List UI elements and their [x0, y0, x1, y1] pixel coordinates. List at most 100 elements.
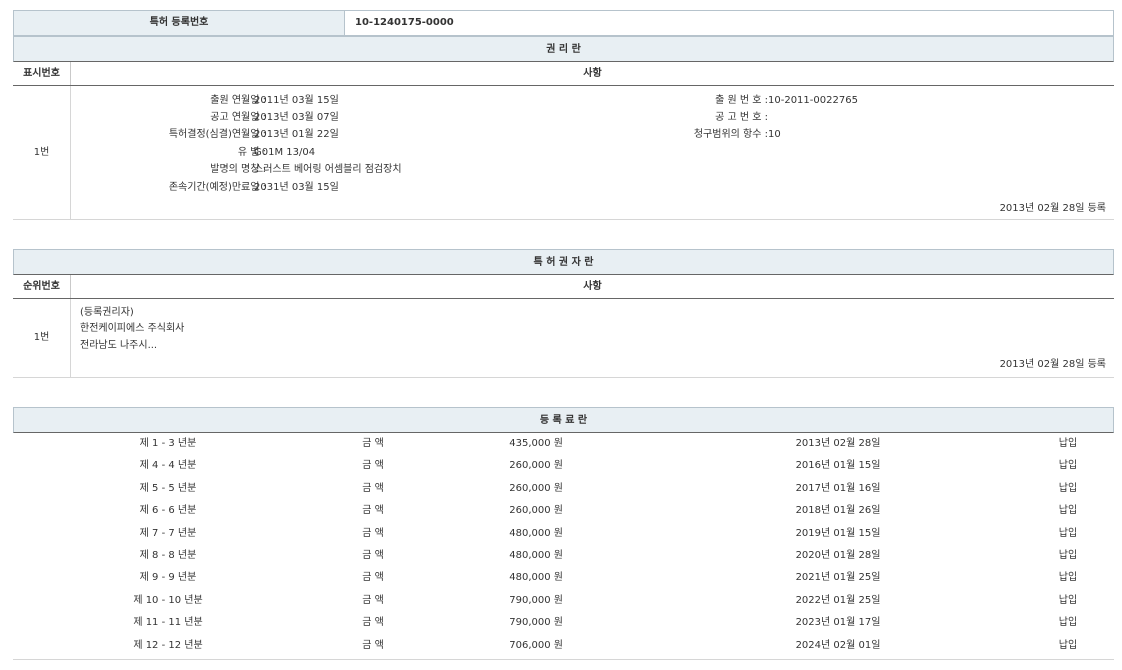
- fee-amount-label: 금 액: [343, 590, 403, 612]
- holder-name: 한전케이피에스 주식회사: [80, 322, 184, 336]
- fee-period: 제 12 - 12 년분: [108, 635, 228, 657]
- fee-row: 제 7 - 7 년분 금 액 480,000 원 2019년 01월 15일 납입: [13, 523, 1114, 545]
- holder-col-detail: 사항: [71, 275, 1114, 298]
- rights-field-claims-count: 청구범위의 항수 :: [613, 128, 768, 142]
- fee-amount-label: 금 액: [343, 567, 403, 589]
- rights-field-invention-title: 발명의 명칭 :: [71, 163, 266, 177]
- fee-paid-date: 2013년 02월 28일: [778, 433, 898, 455]
- holder-bottom-divider: [13, 377, 1114, 378]
- rights-field-application-date: 출원 연월일 :: [71, 94, 266, 108]
- fee-row: 제 12 - 12 년분 금 액 706,000 원 2024년 02월 01일 납입: [13, 635, 1114, 657]
- fee-paid-date: 2022년 01월 25일: [778, 590, 898, 612]
- fee-status: 납입: [1043, 523, 1093, 545]
- fee-paid-date: 2023년 01월 17일: [778, 612, 898, 634]
- rights-row-number: 1번: [13, 86, 71, 220]
- fee-amount-label: 금 액: [343, 500, 403, 522]
- fee-amount-label: 금 액: [343, 433, 403, 455]
- fee-amount: 260,000 원: [443, 478, 563, 500]
- fee-amount: 480,000 원: [443, 545, 563, 567]
- fee-amount: 480,000 원: [443, 523, 563, 545]
- rights-field-classification: 유 별 :: [71, 146, 266, 160]
- fee-status: 납입: [1043, 612, 1093, 634]
- fee-period: 제 9 - 9 년분: [108, 567, 228, 589]
- fee-amount-label: 금 액: [343, 635, 403, 657]
- fee-amount: 790,000 원: [443, 590, 563, 612]
- rights-field-application-number-value: 10-2011-0022765: [768, 94, 858, 108]
- rights-registration-date: 2013년 02월 28일 등록: [1000, 199, 1106, 214]
- fee-row: 제 1 - 3 년분 금 액 435,000 원 2013년 02월 28일 납입: [13, 433, 1114, 455]
- registration-number-value: 10-1240175-0000: [355, 11, 454, 35]
- fee-period: 제 7 - 7 년분: [108, 523, 228, 545]
- fee-row: 제 5 - 5 년분 금 액 260,000 원 2017년 01월 16일 납입: [13, 478, 1114, 500]
- rights-field-publication-date: 공고 연월일 :: [71, 111, 266, 125]
- fee-paid-date: 2024년 02월 01일: [778, 635, 898, 657]
- rights-bottom-divider: [13, 219, 1114, 220]
- holder-col-number: 순위번호: [13, 275, 71, 298]
- rights-field-publication-date-value: 2013년 03월 07일: [254, 111, 339, 125]
- registration-number-row: 특허 등록번호 10-1240175-0000: [13, 10, 1114, 36]
- holder-address: 전라남도 나주시...: [80, 339, 157, 353]
- fee-paid-date: 2016년 01월 15일: [778, 455, 898, 477]
- fee-bottom-divider: [13, 659, 1114, 660]
- rights-field-application-number: 출 원 번 호 :: [613, 94, 768, 108]
- fee-row: 제 4 - 4 년분금 액260,000 원2016년 01월 15일납입: [13, 455, 1114, 477]
- holder-type: (등록권리자): [80, 306, 134, 320]
- rights-field-claims-count-value: 10: [768, 128, 781, 142]
- fee-section: 등 록 료 란 제 1 - 3 년분금 액435,000 원2013년 02월 …: [13, 407, 1114, 660]
- holder-column-header: 순위번호 사항: [13, 275, 1114, 299]
- rights-field-expiry-date: 존속기간(예정)만료일 :: [71, 181, 266, 195]
- fee-row: 제 6 - 6 년분 금 액 260,000 원 2018년 01월 26일 납입: [13, 500, 1114, 522]
- rights-section-title: 권 리 란: [13, 36, 1114, 62]
- fee-row: 제 8 - 8 년분 금 액 480,000 원 2020년 01월 28일 납입: [13, 545, 1114, 567]
- fee-period: 제 11 - 11 년분: [108, 612, 228, 634]
- rights-field-application-date-value: 2011년 03월 15일: [254, 94, 339, 108]
- fee-period: 제 1 - 3 년분: [108, 433, 228, 455]
- fee-amount-label: 금 액: [343, 612, 403, 634]
- fee-status: 납입: [1043, 567, 1093, 589]
- rights-field-decision-date-value: 2013년 01월 22일: [254, 128, 339, 142]
- fee-amount-label: 금 액: [343, 455, 403, 477]
- holder-section-title: 특 허 권 자 란: [13, 249, 1114, 275]
- rights-column-header: 표시번호 사항: [13, 62, 1114, 86]
- fee-status: 납입: [1043, 500, 1093, 522]
- fee-row: 제 9 - 9 년분 금 액 480,000 원 2021년 01월 25일 납입: [13, 567, 1114, 589]
- fee-amount: 260,000 원: [443, 500, 563, 522]
- registration-number-label: 특허 등록번호: [14, 11, 345, 35]
- fee-status: 납입: [1043, 455, 1093, 477]
- fee-period: 제 8 - 8 년분: [108, 545, 228, 567]
- fee-paid-date: 2018년 01월 26일: [778, 500, 898, 522]
- fee-period: 제 6 - 6 년분: [108, 500, 228, 522]
- fee-amount-label: 금 액: [343, 545, 403, 567]
- rights-field-invention-title-value: 스러스트 베어링 어셈블리 점검장치: [254, 163, 402, 177]
- fee-status: 납입: [1043, 478, 1093, 500]
- fee-status: 납입: [1043, 635, 1093, 657]
- fee-row: 제 10 - 10 년분 금 액 790,000 원 2022년 01월 25일 납입: [13, 590, 1114, 612]
- rights-field-expiry-date-value: 2031년 03월 15일: [254, 181, 339, 195]
- holder-registration-date: 2013년 02월 28일 등록: [1000, 355, 1106, 370]
- fee-status: 납입: [1043, 545, 1093, 567]
- fee-paid-date: 2017년 01월 16일: [778, 478, 898, 500]
- fee-row: 제 11 - 11 년분 금 액 790,000 원 2023년 01월 17일 납입: [13, 612, 1114, 634]
- fee-amount-label: 금 액: [343, 523, 403, 545]
- rights-col-number: 표시번호: [13, 62, 71, 85]
- fee-amount: 260,000 원: [443, 455, 563, 477]
- fee-paid-date: 2019년 01월 15일: [778, 523, 898, 545]
- rights-field-decision-date: 특허결정(심결)연월일 :: [71, 128, 266, 142]
- fee-paid-date: 2020년 01월 28일: [778, 545, 898, 567]
- rights-field-classification-value: G01M 13/04: [254, 146, 315, 160]
- rights-col-detail: 사항: [71, 62, 1114, 85]
- fee-status: 납입: [1043, 590, 1093, 612]
- fee-period: 제 5 - 5 년분: [108, 478, 228, 500]
- holder-section: 특 허 권 자 란 순위번호 사항 1번 (등록권리자) 한전케이피에스 주식회…: [13, 249, 1114, 378]
- fee-amount: 435,000 원: [443, 433, 563, 455]
- fee-section-title: 등 록 료 란: [13, 407, 1114, 433]
- fee-amount: 706,000 원: [443, 635, 563, 657]
- fee-amount: 480,000 원: [443, 567, 563, 589]
- rights-field-publication-number: 공 고 번 호 :: [613, 111, 768, 125]
- fee-amount: 790,000 원: [443, 612, 563, 634]
- fee-period: 제 10 - 10 년분: [108, 590, 228, 612]
- fee-status: 납입: [1043, 433, 1093, 455]
- fee-paid-date: 2021년 01월 25일: [778, 567, 898, 589]
- holder-row-number: 1번: [13, 299, 71, 377]
- fee-amount-label: 금 액: [343, 478, 403, 500]
